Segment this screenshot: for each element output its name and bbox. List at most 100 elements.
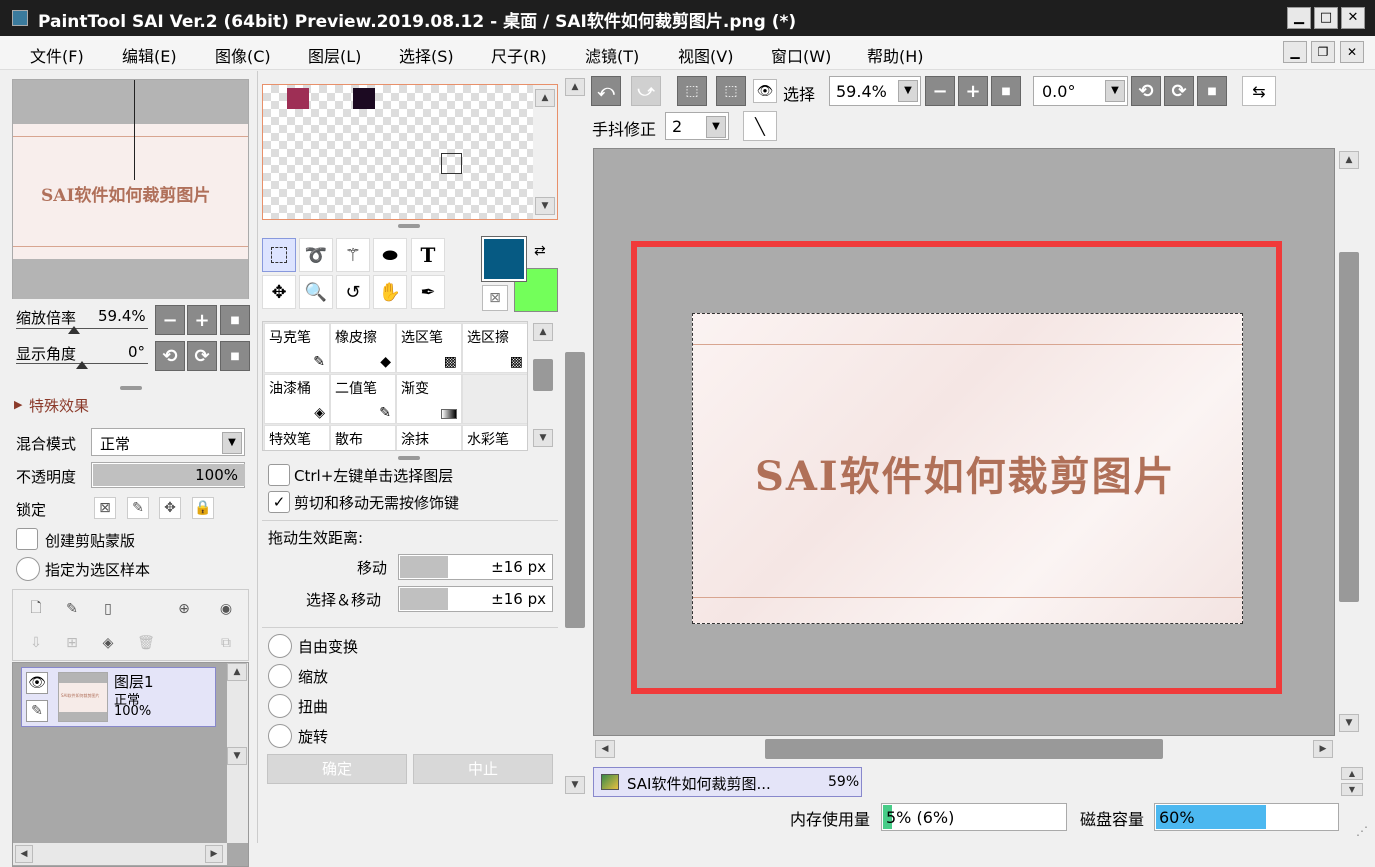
move-distance-slider[interactable]: ±16 px xyxy=(398,554,553,580)
swatch-color-2[interactable] xyxy=(353,88,375,109)
primary-color[interactable] xyxy=(481,236,527,282)
brush-binary-pen[interactable]: 二值笔 ✎ xyxy=(330,374,396,424)
brush-scatter[interactable]: 散布 xyxy=(330,425,396,450)
menu-file[interactable]: 文件(F) xyxy=(30,43,84,67)
delete-layer-icon[interactable]: 🗑 xyxy=(135,632,157,654)
zoom-reset-button[interactable]: ■ xyxy=(220,305,250,335)
close-button[interactable]: ✕ xyxy=(1341,7,1365,29)
zoom-select[interactable]: 59.4% ▼ xyxy=(829,76,921,106)
toolbar-rotate-right-button[interactable]: ⟳ xyxy=(1164,76,1194,106)
menu-image[interactable]: 图像(C) xyxy=(215,43,271,67)
layer-row[interactable]: 👁 ✎ SAI软件如何裁剪图片 图层1 正常 100% xyxy=(21,667,216,727)
panel-splitter[interactable] xyxy=(398,224,420,228)
magic-wand-tool[interactable]: ⚚ xyxy=(336,238,370,272)
toolbar-zoom-out-button[interactable]: − xyxy=(925,76,955,106)
expand-arrow-icon[interactable]: ▶ xyxy=(14,398,22,411)
swatch-palette[interactable]: ▲ ▼ xyxy=(262,84,558,220)
brush-marker[interactable]: 马克笔 ✎ xyxy=(264,323,330,373)
opacity-slider[interactable]: 100% xyxy=(91,462,245,488)
free-transform-radio[interactable] xyxy=(268,634,292,658)
transparent-color-icon[interactable]: ⊠ xyxy=(482,285,508,311)
zoom-in-button[interactable]: + xyxy=(187,305,217,335)
rotate-left-button[interactable]: ⟲ xyxy=(155,341,185,371)
brush-eraser[interactable]: 橡皮擦 ◆ xyxy=(330,323,396,373)
redo-button[interactable]: ⤻ xyxy=(631,76,661,106)
menu-edit[interactable]: 编辑(E) xyxy=(122,43,177,67)
brush-gradient[interactable]: 渐变 xyxy=(396,374,462,424)
rotate-view-tool[interactable]: ↺ xyxy=(336,275,370,309)
clear-layer-icon[interactable]: ◈ xyxy=(97,632,119,654)
invert-selection-button[interactable]: ⬚ xyxy=(716,76,746,106)
no-modifier-checkbox[interactable]: ✓ xyxy=(268,491,290,513)
menu-help[interactable]: 帮助(H) xyxy=(867,43,924,67)
line-tool-icon[interactable]: ╲ xyxy=(743,111,777,141)
scale-radio[interactable] xyxy=(268,664,292,688)
brush-select-pen[interactable]: 选区笔 ▩ xyxy=(396,323,462,373)
selection-sample-radio[interactable] xyxy=(16,557,40,581)
menu-layer[interactable]: 图层(L) xyxy=(308,43,361,67)
stabilizer-select[interactable]: 2 ▼ xyxy=(665,112,729,140)
flip-horizontal-icon[interactable]: ⇆ xyxy=(1242,76,1276,106)
toolbar-zoom-in-button[interactable]: + xyxy=(958,76,988,106)
navigator-preview[interactable]: SAI软件如何裁剪图片 xyxy=(12,79,249,299)
zoom-tool-icon[interactable]: 🔍 xyxy=(299,275,333,309)
canvas-image[interactable]: SAI软件如何裁剪图片 xyxy=(692,313,1243,624)
ok-button[interactable]: 确定 xyxy=(267,754,407,784)
text-tool[interactable]: T xyxy=(411,238,445,272)
brush-select-eraser[interactable]: 选区擦 ▩ xyxy=(462,323,527,373)
minimize-button[interactable]: ▁ xyxy=(1287,7,1311,29)
toolbar-rotate-reset-button[interactable]: ■ xyxy=(1197,76,1227,106)
shape-tool[interactable]: ⬬ xyxy=(373,238,407,272)
distort-radio[interactable] xyxy=(268,694,292,718)
menu-window[interactable]: 窗口(W) xyxy=(771,43,831,67)
eye-icon[interactable]: 👁 xyxy=(753,79,777,103)
panel-splitter[interactable] xyxy=(120,386,142,390)
layer-mask-icon[interactable]: ◉ xyxy=(215,598,237,620)
layer-list-scrollbar[interactable]: ▲ ▼ xyxy=(227,663,248,843)
rect-select-tool[interactable] xyxy=(262,238,296,272)
canvas-vscrollbar[interactable]: ▲ ▼ xyxy=(1337,148,1361,736)
lock-move-icon[interactable]: ✥ xyxy=(159,497,181,519)
canvas-viewport[interactable]: SAI软件如何裁剪图片 xyxy=(593,148,1335,736)
clip-mask-checkbox[interactable] xyxy=(16,528,38,550)
new-folder-icon[interactable]: ▯ xyxy=(97,598,119,620)
new-linework-icon[interactable]: ✎ xyxy=(61,598,83,620)
special-effects-label[interactable]: 特殊效果 xyxy=(29,395,89,416)
document-tab[interactable]: SAI软件如何裁剪图... 59% xyxy=(593,767,862,797)
brush-watercolor[interactable]: 水彩笔 xyxy=(462,425,527,450)
doc-minimize-button[interactable]: ▁ xyxy=(1283,41,1307,63)
deselect-button[interactable]: ⬚ xyxy=(677,76,707,106)
rotate-reset-button[interactable]: ■ xyxy=(220,341,250,371)
doc-restore-button[interactable]: ❐ xyxy=(1311,41,1335,63)
merge-down-icon[interactable]: ⇩ xyxy=(25,632,47,654)
brush-empty-slot[interactable] xyxy=(462,374,527,424)
ctrl-click-checkbox[interactable] xyxy=(268,464,290,486)
maximize-button[interactable]: □ xyxy=(1314,7,1338,29)
lock-paint-icon[interactable]: ✎ xyxy=(127,497,149,519)
new-layer-icon[interactable]: 🗋 xyxy=(25,598,47,620)
swatch-color-1[interactable] xyxy=(287,88,309,109)
angle-select[interactable]: 0.0° ▼ xyxy=(1033,76,1128,106)
blend-mode-select[interactable]: 正常 ▼ xyxy=(91,428,245,456)
swatch-scroll-down[interactable]: ▼ xyxy=(535,197,555,215)
brush-scrollbar[interactable]: ▲ ▼ xyxy=(530,321,556,451)
brush-smudge[interactable]: 涂抹 xyxy=(396,425,462,450)
merge-layer-icon[interactable]: ⊞ xyxy=(61,632,83,654)
duplicate-layer-icon[interactable]: ⧉ xyxy=(215,632,237,654)
select-move-slider[interactable]: ±16 px xyxy=(398,586,553,612)
menu-filter[interactable]: 滤镜(T) xyxy=(585,43,639,67)
undo-button[interactable]: ⤺ xyxy=(591,76,621,106)
lock-all-icon[interactable]: 🔒 xyxy=(192,497,214,519)
cancel-button[interactable]: 中止 xyxy=(413,754,553,784)
rotate-right-button[interactable]: ⟳ xyxy=(187,341,217,371)
menu-view[interactable]: 视图(V) xyxy=(678,43,733,67)
menu-ruler[interactable]: 尺子(R) xyxy=(491,43,547,67)
layer-effects-icon[interactable]: ⊕ xyxy=(173,598,195,620)
panel-splitter[interactable] xyxy=(398,456,420,460)
angle-slider[interactable] xyxy=(16,361,148,371)
brush-effect-pen[interactable]: 特效笔 xyxy=(264,425,330,450)
zoom-slider[interactable] xyxy=(16,326,148,336)
toolbar-rotate-left-button[interactable]: ⟲ xyxy=(1131,76,1161,106)
toolbar-zoom-reset-button[interactable]: ■ xyxy=(991,76,1021,106)
eye-icon[interactable]: 👁 xyxy=(26,672,48,694)
